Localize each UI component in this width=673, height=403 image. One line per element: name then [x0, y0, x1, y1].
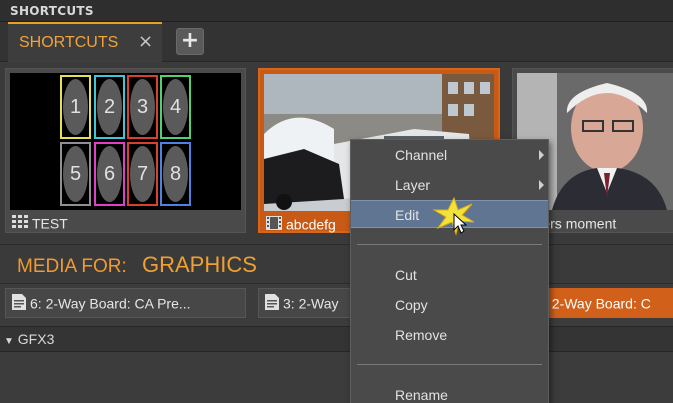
media-item[interactable]: 6: 2-Way Board: CA Pre...: [5, 288, 246, 318]
document-icon: [12, 294, 26, 313]
menu-item-label: Cut: [395, 267, 417, 283]
tile-caption: abcdefg: [266, 215, 336, 233]
media-header-prefix: MEDIA FOR:: [17, 256, 127, 277]
tile-caption: TEST: [12, 214, 68, 232]
section-gfx3[interactable]: ▼ GFX3: [0, 326, 673, 352]
grid-cell-label: 1: [63, 79, 88, 135]
film-icon: [266, 215, 282, 233]
media-item-selected[interactable]: : 2-Way Board: C: [543, 288, 673, 318]
grid-cell-label: 8: [163, 146, 188, 202]
grid-cell-label: 3: [130, 79, 155, 135]
media-item-label: 3: 2-Way: [283, 295, 339, 312]
menu-item-label: Rename: [395, 387, 448, 403]
menu-item-label: Layer: [395, 177, 431, 193]
section-body: [0, 352, 673, 403]
grid-cell-label: 4: [163, 79, 188, 135]
menu-item-channel[interactable]: Channel: [351, 141, 548, 169]
submenu-arrow-icon: [539, 150, 544, 160]
grid-cell-7: 7: [127, 142, 158, 206]
grid-cell-4: 4: [160, 75, 191, 139]
grid-icon: [12, 214, 28, 232]
grid-cell-8: 8: [160, 142, 191, 206]
tile-thumbnail: 1 2 3 4 5 6 7 8: [10, 73, 241, 210]
grid-cell-label: 7: [130, 146, 155, 202]
section-label: GFX3: [17, 331, 55, 347]
shortcut-tile-test[interactable]: 1 2 3 4 5 6 7 8 TEST: [5, 68, 246, 233]
context-menu: Channel Layer Edit Cut Copy Remove Renam…: [350, 139, 549, 403]
document-icon: [265, 294, 279, 313]
media-item-label: 6: 2-Way Board: CA Pre...: [30, 295, 191, 312]
menu-item-label: Remove: [395, 327, 448, 343]
menu-item-label: Edit: [395, 207, 420, 223]
submenu-arrow-icon: [539, 180, 544, 190]
menu-item-label: Channel: [395, 147, 448, 163]
tile-caption-text: TEST: [32, 215, 68, 232]
collapse-icon[interactable]: ▼: [4, 336, 14, 347]
menu-item-label: Copy: [395, 297, 428, 313]
media-list: 6: 2-Way Board: CA Pre... 3: 2-Way : 2-W…: [0, 285, 673, 320]
close-icon[interactable]: ×: [138, 31, 153, 52]
grid-cell-2: 2: [94, 75, 125, 139]
tab-label: SHORTCUTS: [19, 34, 119, 51]
grid-cell-label: 2: [97, 79, 122, 135]
add-tab-button[interactable]: +: [176, 28, 204, 55]
menu-item-copy[interactable]: Copy: [351, 291, 548, 319]
grid-cell-6: 6: [94, 142, 125, 206]
tab-shortcuts[interactable]: SHORTCUTS ×: [8, 22, 162, 62]
menu-item-cut[interactable]: Cut: [351, 261, 548, 289]
app-window: SHORTCUTS SHORTCUTS × + 1 2 3 4 5 6 7 8: [0, 0, 673, 403]
grid-cell-label: 5: [63, 146, 88, 202]
grid-cell-1: 1: [60, 75, 91, 139]
menu-separator: [357, 364, 542, 365]
media-header-name: GRAPHICS: [142, 252, 257, 277]
media-item-label: : 2-Way Board: C: [544, 295, 651, 312]
grid-cell-label: 6: [97, 146, 122, 202]
menu-separator: [357, 244, 542, 245]
menu-item-rename[interactable]: Rename: [351, 381, 548, 403]
menu-item-remove[interactable]: Remove: [351, 321, 548, 349]
menu-item-layer[interactable]: Layer: [351, 171, 548, 199]
shortcut-tiles: 1 2 3 4 5 6 7 8 TEST abcdefg anders mome…: [0, 63, 673, 243]
tile-caption-text: abcdefg: [286, 216, 336, 233]
click-highlight-icon: [432, 196, 475, 236]
grid-cell-5: 5: [60, 142, 91, 206]
media-header: MEDIA FOR: GRAPHICS: [0, 244, 673, 284]
tab-bar: SHORTCUTS × +: [0, 22, 673, 62]
grid-cell-3: 3: [127, 75, 158, 139]
panel-title: SHORTCUTS: [0, 0, 673, 22]
